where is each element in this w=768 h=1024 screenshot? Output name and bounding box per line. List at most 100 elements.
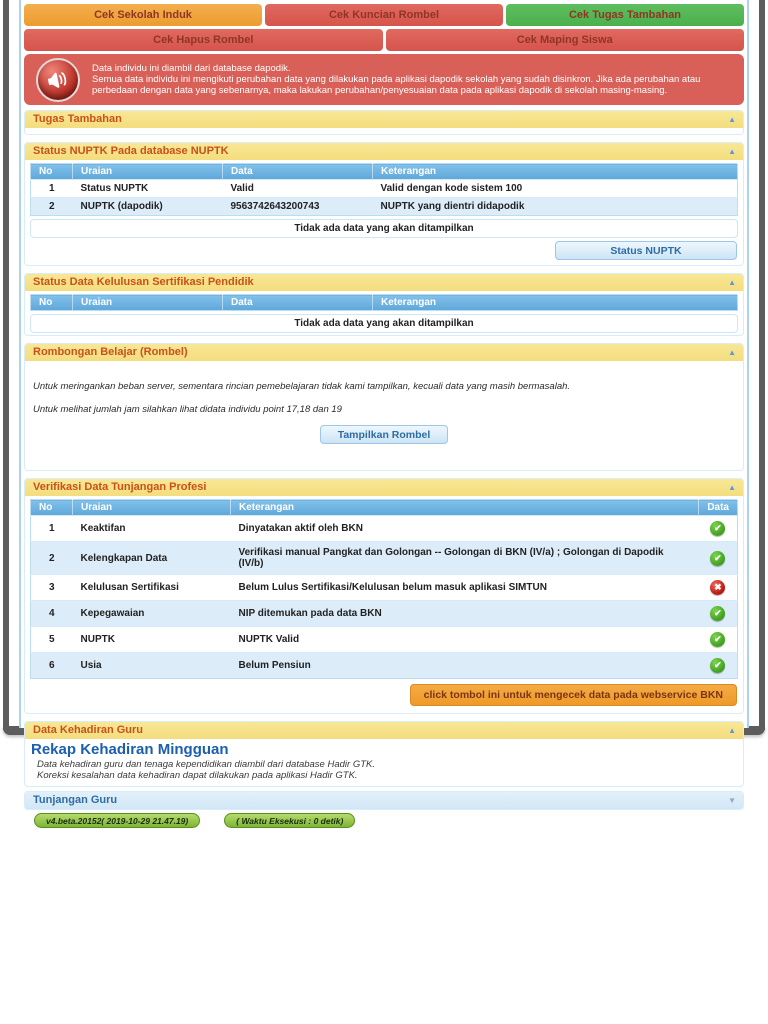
cell-uraian: NUPTK xyxy=(72,626,231,653)
cell-no: 1 xyxy=(30,515,73,542)
cell-keterangan: Dinyatakan aktif oleh BKN xyxy=(230,515,699,542)
table-header-row: No Uraian Keterangan Data xyxy=(30,499,738,516)
cell-no: 5 xyxy=(30,626,73,653)
warning-line-1: Data individu ini diambil dari database … xyxy=(92,62,291,74)
col-header-no: No xyxy=(30,499,73,516)
table-header-row: No Uraian Data Keterangan xyxy=(30,294,738,311)
megaphone-icon xyxy=(36,57,80,102)
chevron-up-icon: ▲ xyxy=(728,115,736,124)
rekap-kehadiran-heading: Rekap Kehadiran Mingguan xyxy=(31,741,229,758)
chevron-up-icon: ▲ xyxy=(728,483,736,492)
cell-uraian: Status NUPTK xyxy=(72,179,223,198)
cek-tugas-tambahan-button[interactable]: Cek Tugas Tambahan xyxy=(506,4,744,26)
chevron-up-icon: ▲ xyxy=(728,726,736,735)
cek-maping-siswa-button[interactable]: Cek Maping Siswa xyxy=(385,29,744,51)
section-title: Status NUPTK Pada database NUPTK xyxy=(33,145,229,157)
rombel-note-1: Untuk meringankan beban server, sementar… xyxy=(33,381,571,392)
cell-no: 2 xyxy=(30,541,73,575)
rombel-body: Untuk meringankan beban server, sementar… xyxy=(25,361,743,470)
cek-kuncian-rombel-button[interactable]: Cek Kuncian Rombel xyxy=(265,4,503,26)
warning-line-2: Semua data individu ini mengikuti peruba… xyxy=(92,73,701,97)
col-header-data: Data xyxy=(222,294,373,311)
table-header-row: No Uraian Data Keterangan xyxy=(30,163,738,180)
tugas-tambahan-body xyxy=(25,128,743,134)
no-data-message: Tidak ada data yang akan ditampilkan xyxy=(30,314,738,333)
cell-uraian: Kepegawaian xyxy=(72,600,231,627)
col-header-data: Data xyxy=(222,163,373,180)
cell-no: 1 xyxy=(30,179,73,198)
no-data-message: Tidak ada data yang akan ditampilkan xyxy=(30,219,738,238)
table-row: 5 NUPTK NUPTK Valid xyxy=(30,626,738,653)
status-nuptk-panel: Status NUPTK Pada database NUPTK ▲ No Ur… xyxy=(24,142,744,266)
status-nuptk-table: No Uraian Data Keterangan 1 Status NUPTK… xyxy=(30,163,738,216)
footer-badges: v4.beta.20152( 2019-10-29 21.47.19) ( Wa… xyxy=(34,813,744,828)
kehadiran-header[interactable]: Data Kehadiran Guru ▲ xyxy=(25,722,743,739)
cell-uraian: Usia xyxy=(72,652,231,679)
section-title: Data Kehadiran Guru xyxy=(33,724,144,736)
status-nuptk-header[interactable]: Status NUPTK Pada database NUPTK ▲ xyxy=(25,143,743,160)
tunjangan-header[interactable]: Tunjangan Guru ▼ xyxy=(25,792,743,809)
col-header-uraian: Uraian xyxy=(72,294,223,311)
col-header-keterangan: Keterangan xyxy=(230,499,700,516)
status-nuptk-button[interactable]: Status NUPTK xyxy=(555,241,737,260)
check-buttons-row-1: Cek Sekolah Induk Cek Kuncian Rombel Cek… xyxy=(24,4,744,26)
section-title: Rombongan Belajar (Rombel) xyxy=(33,346,188,358)
col-header-uraian: Uraian xyxy=(72,499,231,516)
sertifikasi-panel: Status Data Kelulusan Sertifikasi Pendid… xyxy=(24,273,744,336)
cell-keterangan: NIP ditemukan pada data BKN xyxy=(230,600,699,627)
verifikasi-header[interactable]: Verifikasi Data Tunjangan Profesi ▲ xyxy=(25,479,743,496)
kehadiran-body: Rekap Kehadiran Mingguan Data kehadiran … xyxy=(25,739,743,786)
rombel-note-2: Untuk melihat jumlah jam silahkan lihat … xyxy=(33,404,342,415)
check-icon xyxy=(710,606,726,621)
col-header-keterangan: Keterangan xyxy=(372,163,738,180)
verifikasi-table: No Uraian Keterangan Data 1 Keaktifan Di… xyxy=(30,499,738,679)
cross-icon xyxy=(710,580,726,595)
chevron-up-icon: ▲ xyxy=(728,348,736,357)
rombel-header[interactable]: Rombongan Belajar (Rombel) ▲ xyxy=(25,344,743,361)
chevron-up-icon: ▲ xyxy=(728,147,736,156)
warning-banner: Data individu ini diambil dari database … xyxy=(24,54,744,105)
cell-data: Valid xyxy=(222,179,373,198)
cell-data: 9563742643200743 xyxy=(222,197,373,216)
cell-no: 3 xyxy=(30,574,73,601)
cell-keterangan: Belum Lulus Sertifikasi/Kelulusan belum … xyxy=(230,574,699,601)
tugas-tambahan-panel: Tugas Tambahan ▲ xyxy=(24,110,744,135)
cell-no: 4 xyxy=(30,600,73,627)
cell-no: 6 xyxy=(30,652,73,679)
check-icon xyxy=(710,550,726,566)
sertifikasi-header[interactable]: Status Data Kelulusan Sertifikasi Pendid… xyxy=(25,274,743,291)
chevron-down-icon: ▼ xyxy=(728,796,736,805)
kehadiran-panel: Data Kehadiran Guru ▲ Rekap Kehadiran Mi… xyxy=(24,721,744,787)
col-header-uraian: Uraian xyxy=(72,163,223,180)
section-title: Status Data Kelulusan Sertifikasi Pendid… xyxy=(33,276,254,288)
cell-keterangan: Verifikasi manual Pangkat dan Golongan -… xyxy=(230,541,699,575)
cek-webservice-bkn-button[interactable]: click tombol ini untuk mengecek data pad… xyxy=(409,684,737,706)
window-frame-right xyxy=(759,0,765,730)
table-row: 4 Kepegawaian NIP ditemukan pada data BK… xyxy=(30,600,738,627)
page-content: Cek Sekolah Induk Cek Kuncian Rombel Cek… xyxy=(19,0,749,828)
warning-text: Data individu ini diambil dari database … xyxy=(92,63,732,97)
section-title: Tugas Tambahan xyxy=(33,113,122,125)
tampilkan-rombel-button[interactable]: Tampilkan Rombel xyxy=(320,425,448,444)
section-title: Tunjangan Guru xyxy=(33,794,118,806)
cek-hapus-rombel-button[interactable]: Cek Hapus Rombel xyxy=(24,29,383,51)
cell-keterangan: NUPTK yang dientri didapodik xyxy=(372,197,738,216)
cell-uraian: NUPTK (dapodik) xyxy=(72,197,223,216)
table-row: 2 NUPTK (dapodik) 9563742643200743 NUPTK… xyxy=(30,197,738,216)
window-frame-left xyxy=(3,0,9,730)
check-icon xyxy=(710,521,726,536)
kehadiran-note-2: Koreksi kesalahan data kehadiran dapat d… xyxy=(37,770,358,781)
check-buttons-row-2: Cek Hapus Rombel Cek Maping Siswa xyxy=(24,29,744,51)
cell-uraian: Kelengkapan Data xyxy=(72,541,231,575)
section-title: Verifikasi Data Tunjangan Profesi xyxy=(33,481,207,493)
table-row: 3 Kelulusan Sertifikasi Belum Lulus Sert… xyxy=(30,574,738,601)
cell-no: 2 xyxy=(30,197,73,216)
tugas-tambahan-header[interactable]: Tugas Tambahan ▲ xyxy=(25,111,743,128)
table-row: 2 Kelengkapan Data Verifikasi manual Pan… xyxy=(30,541,738,575)
col-header-keterangan: Keterangan xyxy=(372,294,738,311)
verifikasi-panel: Verifikasi Data Tunjangan Profesi ▲ No U… xyxy=(24,478,744,714)
infogtk-page: Cek Sekolah Induk Cek Kuncian Rombel Cek… xyxy=(0,0,768,1024)
cek-sekolah-induk-button[interactable]: Cek Sekolah Induk xyxy=(24,4,262,26)
table-row: 6 Usia Belum Pensiun xyxy=(30,652,738,679)
col-header-data: Data xyxy=(698,499,738,516)
